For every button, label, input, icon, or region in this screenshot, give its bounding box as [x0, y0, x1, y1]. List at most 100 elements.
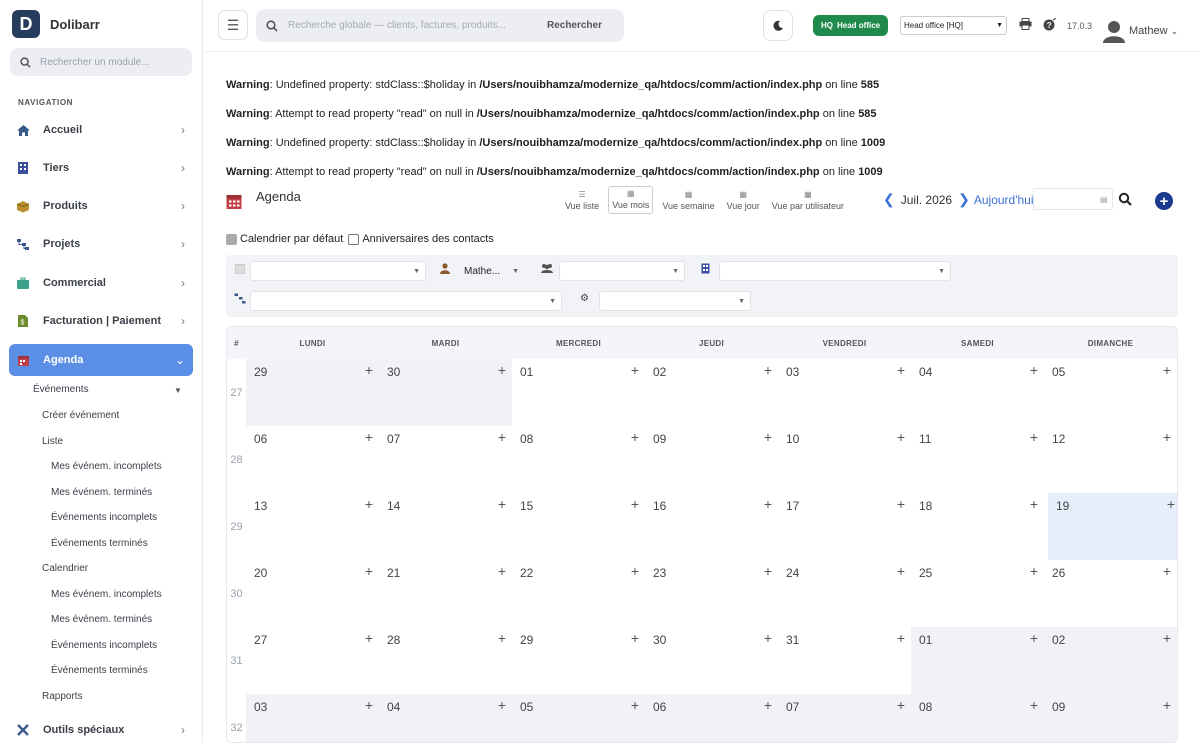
view-day-button[interactable]: ▦ Vue jour — [724, 186, 763, 214]
sidebar-item-facturation[interactable]: $ Facturation | Paiement › — [9, 305, 193, 337]
calendar-day[interactable]: 06 + — [246, 426, 379, 493]
week-number[interactable]: 29 — [227, 493, 246, 560]
brand[interactable]: D Dolibarr — [12, 10, 100, 38]
global-search-input[interactable] — [288, 20, 528, 31]
add-event-icon[interactable]: + — [365, 697, 373, 713]
sidebar-sub-liste-item[interactable]: Événements terminés — [51, 538, 148, 549]
entity-select[interactable]: Head office [HQ] ▼ — [900, 16, 1007, 35]
add-event-icon[interactable]: + — [1030, 496, 1038, 512]
user-menu[interactable]: Mathew ⌄ — [1129, 25, 1178, 37]
add-event-icon[interactable]: + — [1030, 630, 1038, 646]
sidebar-sub-evenements[interactable]: Événements — [33, 384, 89, 395]
add-event-icon[interactable]: + — [897, 563, 905, 579]
calendar-day[interactable]: 09 + — [645, 426, 778, 493]
calendar-day[interactable]: 29 + — [512, 627, 645, 694]
calendar-day[interactable]: 13 + — [246, 493, 379, 560]
view-week-button[interactable]: ▦ Vue semaine — [659, 186, 717, 214]
calendar-day[interactable]: 09 + — [1044, 694, 1177, 742]
sidebar-item-projets[interactable]: Projets › — [9, 228, 193, 260]
add-event-icon[interactable]: + — [897, 697, 905, 713]
calendar-day[interactable]: 22 + — [512, 560, 645, 627]
add-event-icon[interactable]: + — [365, 630, 373, 646]
event-type-select[interactable]: ▼ — [250, 261, 426, 281]
add-event-icon[interactable]: + — [498, 630, 506, 646]
project-select[interactable]: ▼ — [250, 291, 562, 311]
add-event-icon[interactable]: + — [498, 496, 506, 512]
add-event-icon[interactable]: + — [764, 630, 772, 646]
add-event-icon[interactable]: + — [498, 697, 506, 713]
sidebar-item-accueil[interactable]: Accueil › — [9, 114, 193, 146]
dark-mode-toggle[interactable] — [763, 10, 793, 41]
calendar-day[interactable]: 02 + — [645, 359, 778, 426]
calendar-day[interactable]: 29 + — [246, 359, 379, 426]
birthdays-checkbox[interactable] — [348, 233, 360, 245]
add-event-icon[interactable]: + — [1030, 429, 1038, 445]
calendar-day[interactable]: 10 + — [778, 426, 911, 493]
search-icon[interactable] — [1118, 192, 1132, 209]
global-search-button[interactable]: Rechercher — [547, 20, 602, 31]
calendar-day[interactable]: 03 + — [778, 359, 911, 426]
calendar-day-today[interactable]: 19 + — [1048, 493, 1177, 560]
sidebar-item-outils[interactable]: Outils spéciaux › — [9, 714, 193, 743]
calendar-day[interactable]: 01 + — [911, 627, 1044, 694]
calendar-day[interactable]: 23 + — [645, 560, 778, 627]
calendar-day[interactable]: 15 + — [512, 493, 645, 560]
add-event-icon[interactable]: + — [1030, 563, 1038, 579]
week-number[interactable]: 27 — [227, 359, 246, 426]
calendar-day[interactable]: 17 + — [778, 493, 911, 560]
sidebar-item-commercial[interactable]: Commercial › — [9, 267, 193, 299]
add-event-icon[interactable]: + — [365, 429, 373, 445]
add-event-icon[interactable]: + — [764, 697, 772, 713]
add-event-icon[interactable]: + — [631, 697, 639, 713]
sidebar-sub-cal-item[interactable]: Mes événem. incomplets — [51, 589, 162, 600]
menu-toggle-button[interactable]: ☰ — [218, 10, 248, 40]
week-number[interactable]: 32 — [227, 694, 246, 742]
add-event-icon[interactable]: + — [764, 429, 772, 445]
next-month-icon[interactable]: ❯ — [958, 191, 970, 208]
week-number[interactable]: 28 — [227, 426, 246, 493]
calendar-day[interactable]: 05 + — [1044, 359, 1177, 426]
sidebar-sub-creer[interactable]: Créer événement — [42, 410, 119, 421]
sidebar-sub-liste-item[interactable]: Événements incomplets — [51, 512, 157, 523]
avatar[interactable] — [1103, 19, 1125, 43]
add-event-icon[interactable]: + — [1163, 362, 1171, 378]
calendar-day[interactable]: 07 + — [379, 426, 512, 493]
default-calendar-checkbox[interactable] — [226, 233, 237, 245]
add-event-icon[interactable]: + — [1163, 563, 1171, 579]
sidebar-sub-liste[interactable]: Liste — [42, 436, 63, 447]
sidebar-item-tiers[interactable]: Tiers › — [9, 152, 193, 184]
sidebar-sub-cal-item[interactable]: Événements terminés — [51, 665, 148, 676]
add-event-icon[interactable]: + — [631, 362, 639, 378]
prev-month-icon[interactable]: ❮ — [883, 191, 895, 208]
calendar-day[interactable]: 08 + — [512, 426, 645, 493]
add-event-icon[interactable]: + — [1030, 697, 1038, 713]
print-icon[interactable] — [1019, 18, 1032, 33]
week-number[interactable]: 30 — [227, 560, 246, 627]
calendar-day[interactable]: 27 + — [246, 627, 379, 694]
calendar-day[interactable]: 03 + — [246, 694, 379, 742]
calendar-day[interactable]: 05 + — [512, 694, 645, 742]
calendar-picker-icon[interactable]: ▤ — [1100, 195, 1108, 204]
add-event-icon[interactable]: + — [498, 362, 506, 378]
add-event-icon[interactable]: + — [897, 496, 905, 512]
calendar-day[interactable]: 28 + — [379, 627, 512, 694]
add-event-icon[interactable]: + — [365, 362, 373, 378]
add-event-icon[interactable]: + — [764, 563, 772, 579]
module-search-input[interactable] — [40, 56, 180, 68]
add-event-icon[interactable]: + — [764, 496, 772, 512]
calendar-day[interactable]: 18 + — [911, 493, 1044, 560]
calendar-day[interactable]: 12 + — [1044, 426, 1177, 493]
add-event-icon[interactable]: + — [1167, 496, 1175, 512]
sidebar-sub-cal-item[interactable]: Mes événem. terminés — [51, 614, 152, 625]
calendar-day[interactable]: 25 + — [911, 560, 1044, 627]
add-event-icon[interactable]: + — [1163, 429, 1171, 445]
calendar-day[interactable]: 20 + — [246, 560, 379, 627]
add-event-icon[interactable]: + — [897, 429, 905, 445]
help-icon[interactable]: ? — [1043, 18, 1057, 34]
sidebar-sub-liste-item[interactable]: Mes événem. incomplets — [51, 461, 162, 472]
thirdparty-select[interactable]: ▼ — [719, 261, 951, 281]
calendar-day[interactable]: 16 + — [645, 493, 778, 560]
calendar-day[interactable]: 30 + — [645, 627, 778, 694]
filter-checkbox[interactable] — [235, 264, 245, 274]
add-event-icon[interactable]: + — [1163, 630, 1171, 646]
